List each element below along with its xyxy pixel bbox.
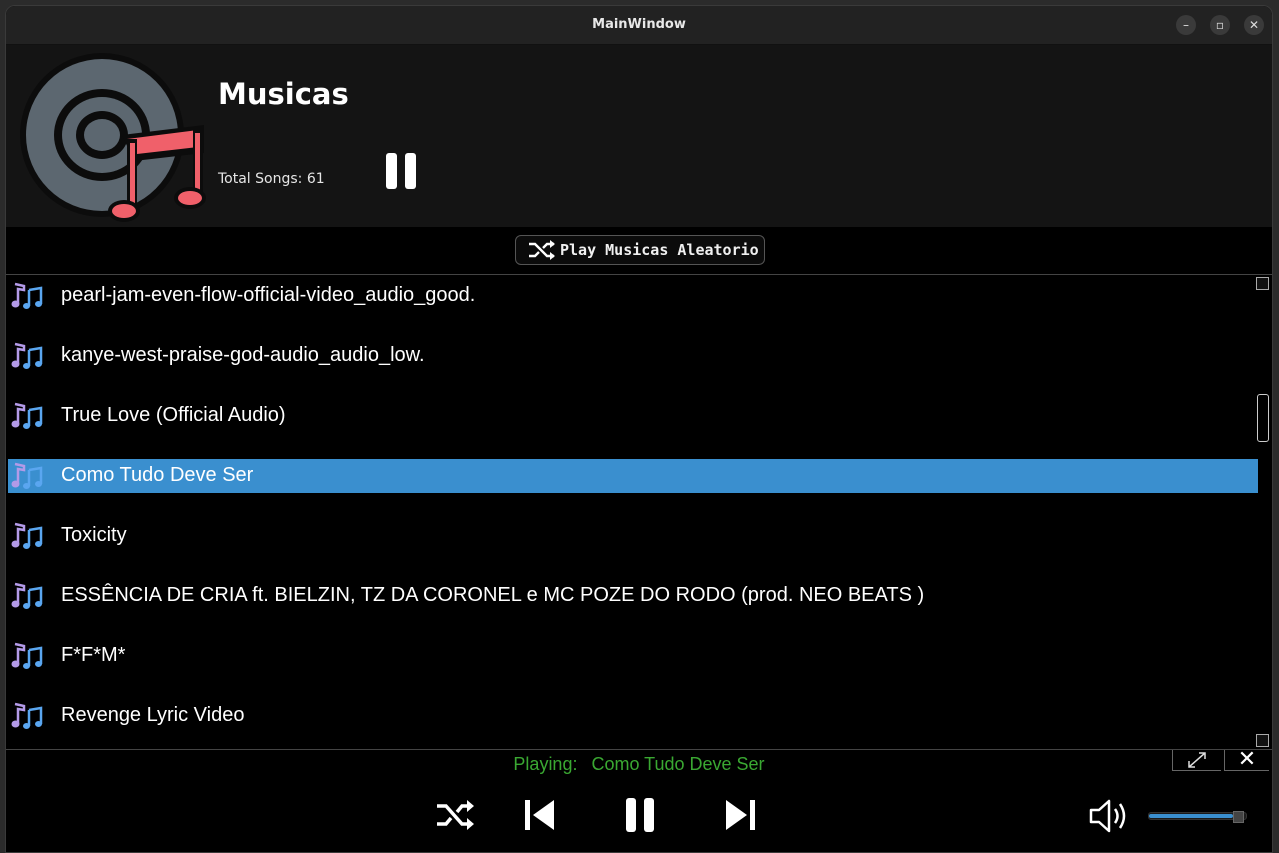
playing-track: Como Tudo Deve Ser xyxy=(591,754,765,774)
song-row[interactable]: Revenge Lyric Video xyxy=(8,699,1258,733)
pause-icon xyxy=(386,153,397,189)
window-title: MainWindow xyxy=(592,17,686,32)
maximize-button[interactable]: ▫ xyxy=(1210,15,1230,35)
song-title: ESSÊNCIA DE CRIA ft. BIELZIN, TZ DA CORO… xyxy=(61,584,925,606)
song-title: Toxicity xyxy=(61,524,127,546)
song-title: F*F*M* xyxy=(61,644,126,666)
music-note-icon xyxy=(11,522,43,549)
volume-icon[interactable] xyxy=(1088,796,1132,836)
volume-fill xyxy=(1149,814,1233,818)
shuffle-button-label: Play Musicas Aleatorio xyxy=(560,241,759,259)
playlist-title: Musicas xyxy=(218,77,349,111)
music-note-icon xyxy=(11,342,43,369)
volume-handle[interactable] xyxy=(1233,811,1244,823)
minimize-button[interactable]: – xyxy=(1176,15,1196,35)
title-bar[interactable]: MainWindow – ▫ ✕ xyxy=(6,6,1272,45)
shuffle-icon xyxy=(529,240,555,260)
song-list[interactable]: pearl-jam-even-flow-official-video_audio… xyxy=(6,274,1272,750)
music-note-icon xyxy=(11,282,43,309)
header-pause-button[interactable] xyxy=(386,153,416,189)
song-title: Revenge Lyric Video xyxy=(61,704,245,726)
play-shuffle-button[interactable]: Play Musicas Aleatorio xyxy=(515,235,765,265)
playlist-header: Musicas Total Songs: 61 xyxy=(6,45,1272,227)
song-row[interactable]: ESSÊNCIA DE CRIA ft. BIELZIN, TZ DA CORO… xyxy=(8,579,1258,613)
music-note-icon xyxy=(11,702,43,729)
playing-label: Playing: xyxy=(513,754,578,774)
song-row[interactable]: F*F*M* xyxy=(8,639,1258,673)
scrollbar-thumb[interactable] xyxy=(1257,394,1269,442)
expand-icon xyxy=(1188,752,1206,768)
song-title: Como Tudo Deve Ser xyxy=(61,464,254,486)
close-icon: ✕ xyxy=(1237,747,1257,772)
song-title: True Love (Official Audio) xyxy=(61,404,286,426)
close-window-button[interactable]: ✕ xyxy=(1244,15,1264,35)
vinyl-music-logo-icon xyxy=(20,53,206,222)
total-songs-label: Total Songs: 61 xyxy=(218,171,325,187)
music-note-icon xyxy=(11,642,43,669)
song-row[interactable]: pearl-jam-even-flow-official-video_audio… xyxy=(8,279,1258,313)
scroll-down-button[interactable] xyxy=(1256,734,1269,747)
scroll-up-button[interactable] xyxy=(1256,277,1269,290)
music-note-icon xyxy=(11,582,43,609)
song-title: kanye-west-praise-god-audio_audio_low. xyxy=(61,344,425,366)
expand-button[interactable] xyxy=(1172,750,1221,771)
music-note-icon xyxy=(11,402,43,429)
music-note-icon xyxy=(11,462,43,489)
shuffle-control-icon[interactable] xyxy=(434,796,476,834)
song-row[interactable]: Toxicity xyxy=(8,519,1258,553)
now-playing-bar: Playing: Como Tudo Deve Ser xyxy=(6,754,1272,775)
volume-slider[interactable] xyxy=(1148,811,1247,823)
song-title: pearl-jam-even-flow-official-video_audio… xyxy=(61,284,476,306)
next-track-icon[interactable] xyxy=(722,796,758,834)
song-row-selected[interactable]: Como Tudo Deve Ser xyxy=(8,459,1258,493)
previous-track-icon[interactable] xyxy=(522,796,558,834)
pause-control-icon[interactable] xyxy=(622,796,658,834)
song-row[interactable]: True Love (Official Audio) xyxy=(8,399,1258,433)
song-row[interactable]: kanye-west-praise-god-audio_audio_low. xyxy=(8,339,1258,373)
main-window: MainWindow – ▫ ✕ Musicas Total Songs: 61 xyxy=(5,5,1273,853)
close-player-button[interactable]: ✕ xyxy=(1224,747,1269,772)
